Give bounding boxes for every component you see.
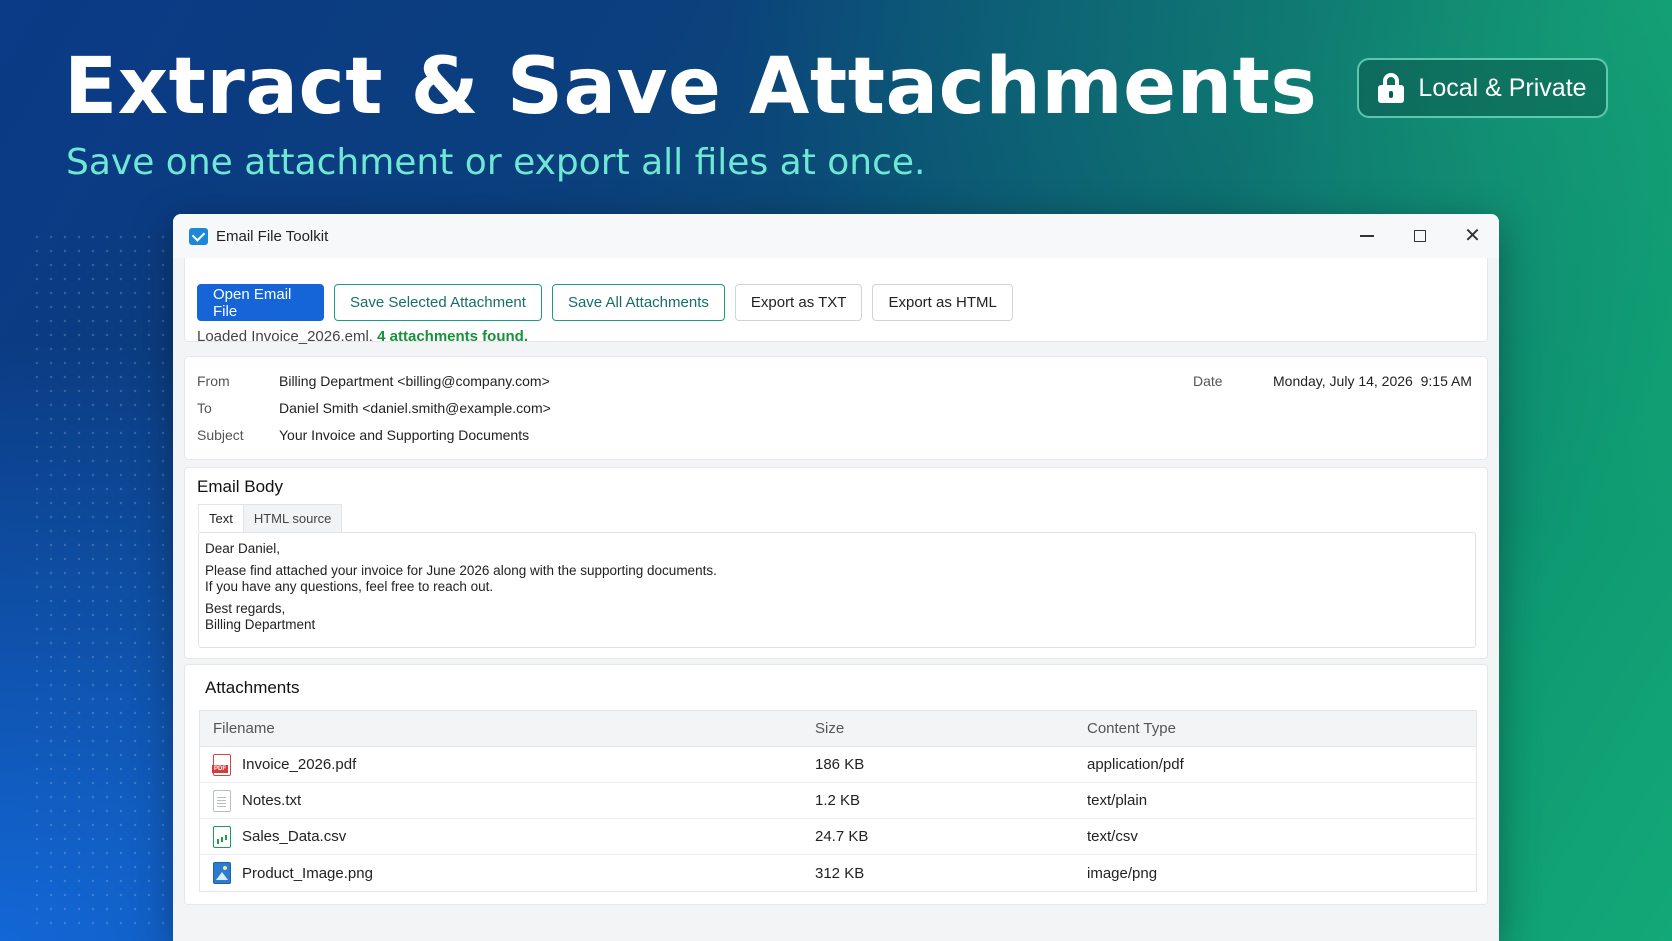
attachment-filename: Invoice_2026.pdf (242, 756, 357, 773)
body-line: Best regards, (205, 601, 286, 616)
subject-label: Subject (197, 427, 244, 443)
column-content-type[interactable]: Content Type (1087, 720, 1476, 737)
attachments-table: Filename Size Content Type Invoice_2026.… (199, 710, 1477, 892)
toolbar: Open Email File Save Selected Attachment… (197, 284, 1013, 321)
table-row[interactable]: Sales_Data.csv 24.7 KB text/csv (200, 819, 1476, 855)
minimize-icon (1359, 235, 1374, 237)
toolbar-panel: Open Email File Save Selected Attachment… (184, 258, 1488, 345)
csv-file-icon (213, 825, 231, 848)
attachment-size: 312 KB (815, 864, 865, 882)
email-header-panel: From Billing Department <billing@company… (184, 356, 1488, 460)
hero-title: Extract & Save Attachments (64, 42, 1318, 132)
attachment-type: image/png (1087, 864, 1158, 882)
status-found-text: 4 attachments found. (377, 328, 528, 345)
save-all-attachments-button[interactable]: Save All Attachments (551, 284, 725, 321)
table-row[interactable]: Product_Image.png 312 KB image/png (200, 855, 1476, 891)
close-button[interactable]: ✕ (1446, 214, 1499, 258)
text-file-icon (213, 789, 231, 812)
status-line: Loaded Invoice_2026.eml. 4 attachments f… (197, 328, 528, 345)
to-value: Daniel Smith <daniel.smith@example.com> (279, 400, 551, 416)
body-line: Billing Department (205, 617, 316, 632)
attachment-filename: Sales_Data.csv (242, 828, 347, 845)
attachment-type: text/csv (1087, 828, 1138, 845)
attachments-title: Attachments (205, 678, 300, 697)
body-tabs: Text HTML source (198, 504, 343, 532)
maximize-button[interactable] (1393, 214, 1446, 258)
to-label: To (197, 400, 212, 416)
body-line: Dear Daniel, (205, 541, 281, 556)
privacy-badge: Local & Private (1357, 58, 1608, 118)
date-value: Monday, July 14, 2026 9:15 AM (1273, 373, 1472, 389)
email-body-text[interactable]: Dear Daniel, Please find attached your i… (198, 532, 1476, 648)
attachment-size: 186 KB (815, 756, 865, 773)
column-size[interactable]: Size (815, 720, 1087, 737)
email-body-panel: Email Body Text HTML source Dear Daniel,… (184, 467, 1488, 659)
lock-icon (1378, 73, 1405, 103)
status-loaded-text: Loaded Invoice_2026.eml. (197, 328, 373, 345)
attachment-filename: Product_Image.png (242, 864, 373, 882)
date-label: Date (1193, 373, 1223, 389)
title-bar[interactable]: Email File Toolkit ✕ (173, 214, 1499, 258)
image-file-icon (213, 862, 231, 884)
attachment-size: 24.7 KB (815, 828, 869, 845)
from-label: From (197, 373, 230, 389)
app-window: Email File Toolkit ✕ Open Email File Sav… (173, 214, 1499, 941)
tab-text[interactable]: Text (198, 504, 244, 532)
table-row[interactable]: Notes.txt 1.2 KB text/plain (200, 783, 1476, 819)
close-icon: ✕ (1464, 225, 1481, 247)
tab-html-source[interactable]: HTML source (243, 504, 343, 532)
table-row[interactable]: Invoice_2026.pdf 186 KB application/pdf (200, 747, 1476, 783)
attachment-type: text/plain (1087, 792, 1148, 809)
column-filename[interactable]: Filename (200, 720, 815, 737)
maximize-icon (1413, 230, 1426, 242)
attachment-type: application/pdf (1087, 756, 1184, 773)
background-dot-pattern (30, 230, 170, 930)
table-header: Filename Size Content Type (200, 711, 1476, 747)
export-txt-button[interactable]: Export as TXT (734, 284, 863, 321)
attachments-panel: Attachments Filename Size Content Type I… (184, 664, 1488, 905)
email-body-title: Email Body (197, 477, 283, 496)
privacy-badge-label: Local & Private (1418, 73, 1587, 102)
hero-subtitle: Save one attachment or export all files … (66, 142, 926, 183)
subject-value: Your Invoice and Supporting Documents (279, 427, 530, 443)
mail-icon (189, 227, 208, 245)
body-line: Please find attached your invoice for Ju… (205, 563, 717, 578)
attachment-size: 1.2 KB (815, 792, 861, 809)
export-html-button[interactable]: Export as HTML (872, 284, 1013, 321)
window-controls: ✕ (1340, 214, 1499, 258)
attachment-filename: Notes.txt (242, 792, 302, 809)
minimize-button[interactable] (1340, 214, 1393, 258)
open-email-file-button[interactable]: Open Email File (197, 284, 324, 321)
window-title: Email File Toolkit (216, 227, 329, 245)
body-line: If you have any questions, feel free to … (205, 579, 494, 594)
from-value: Billing Department <billing@company.com> (279, 373, 550, 389)
save-selected-attachment-button[interactable]: Save Selected Attachment (334, 284, 542, 321)
pdf-file-icon (212, 753, 231, 776)
